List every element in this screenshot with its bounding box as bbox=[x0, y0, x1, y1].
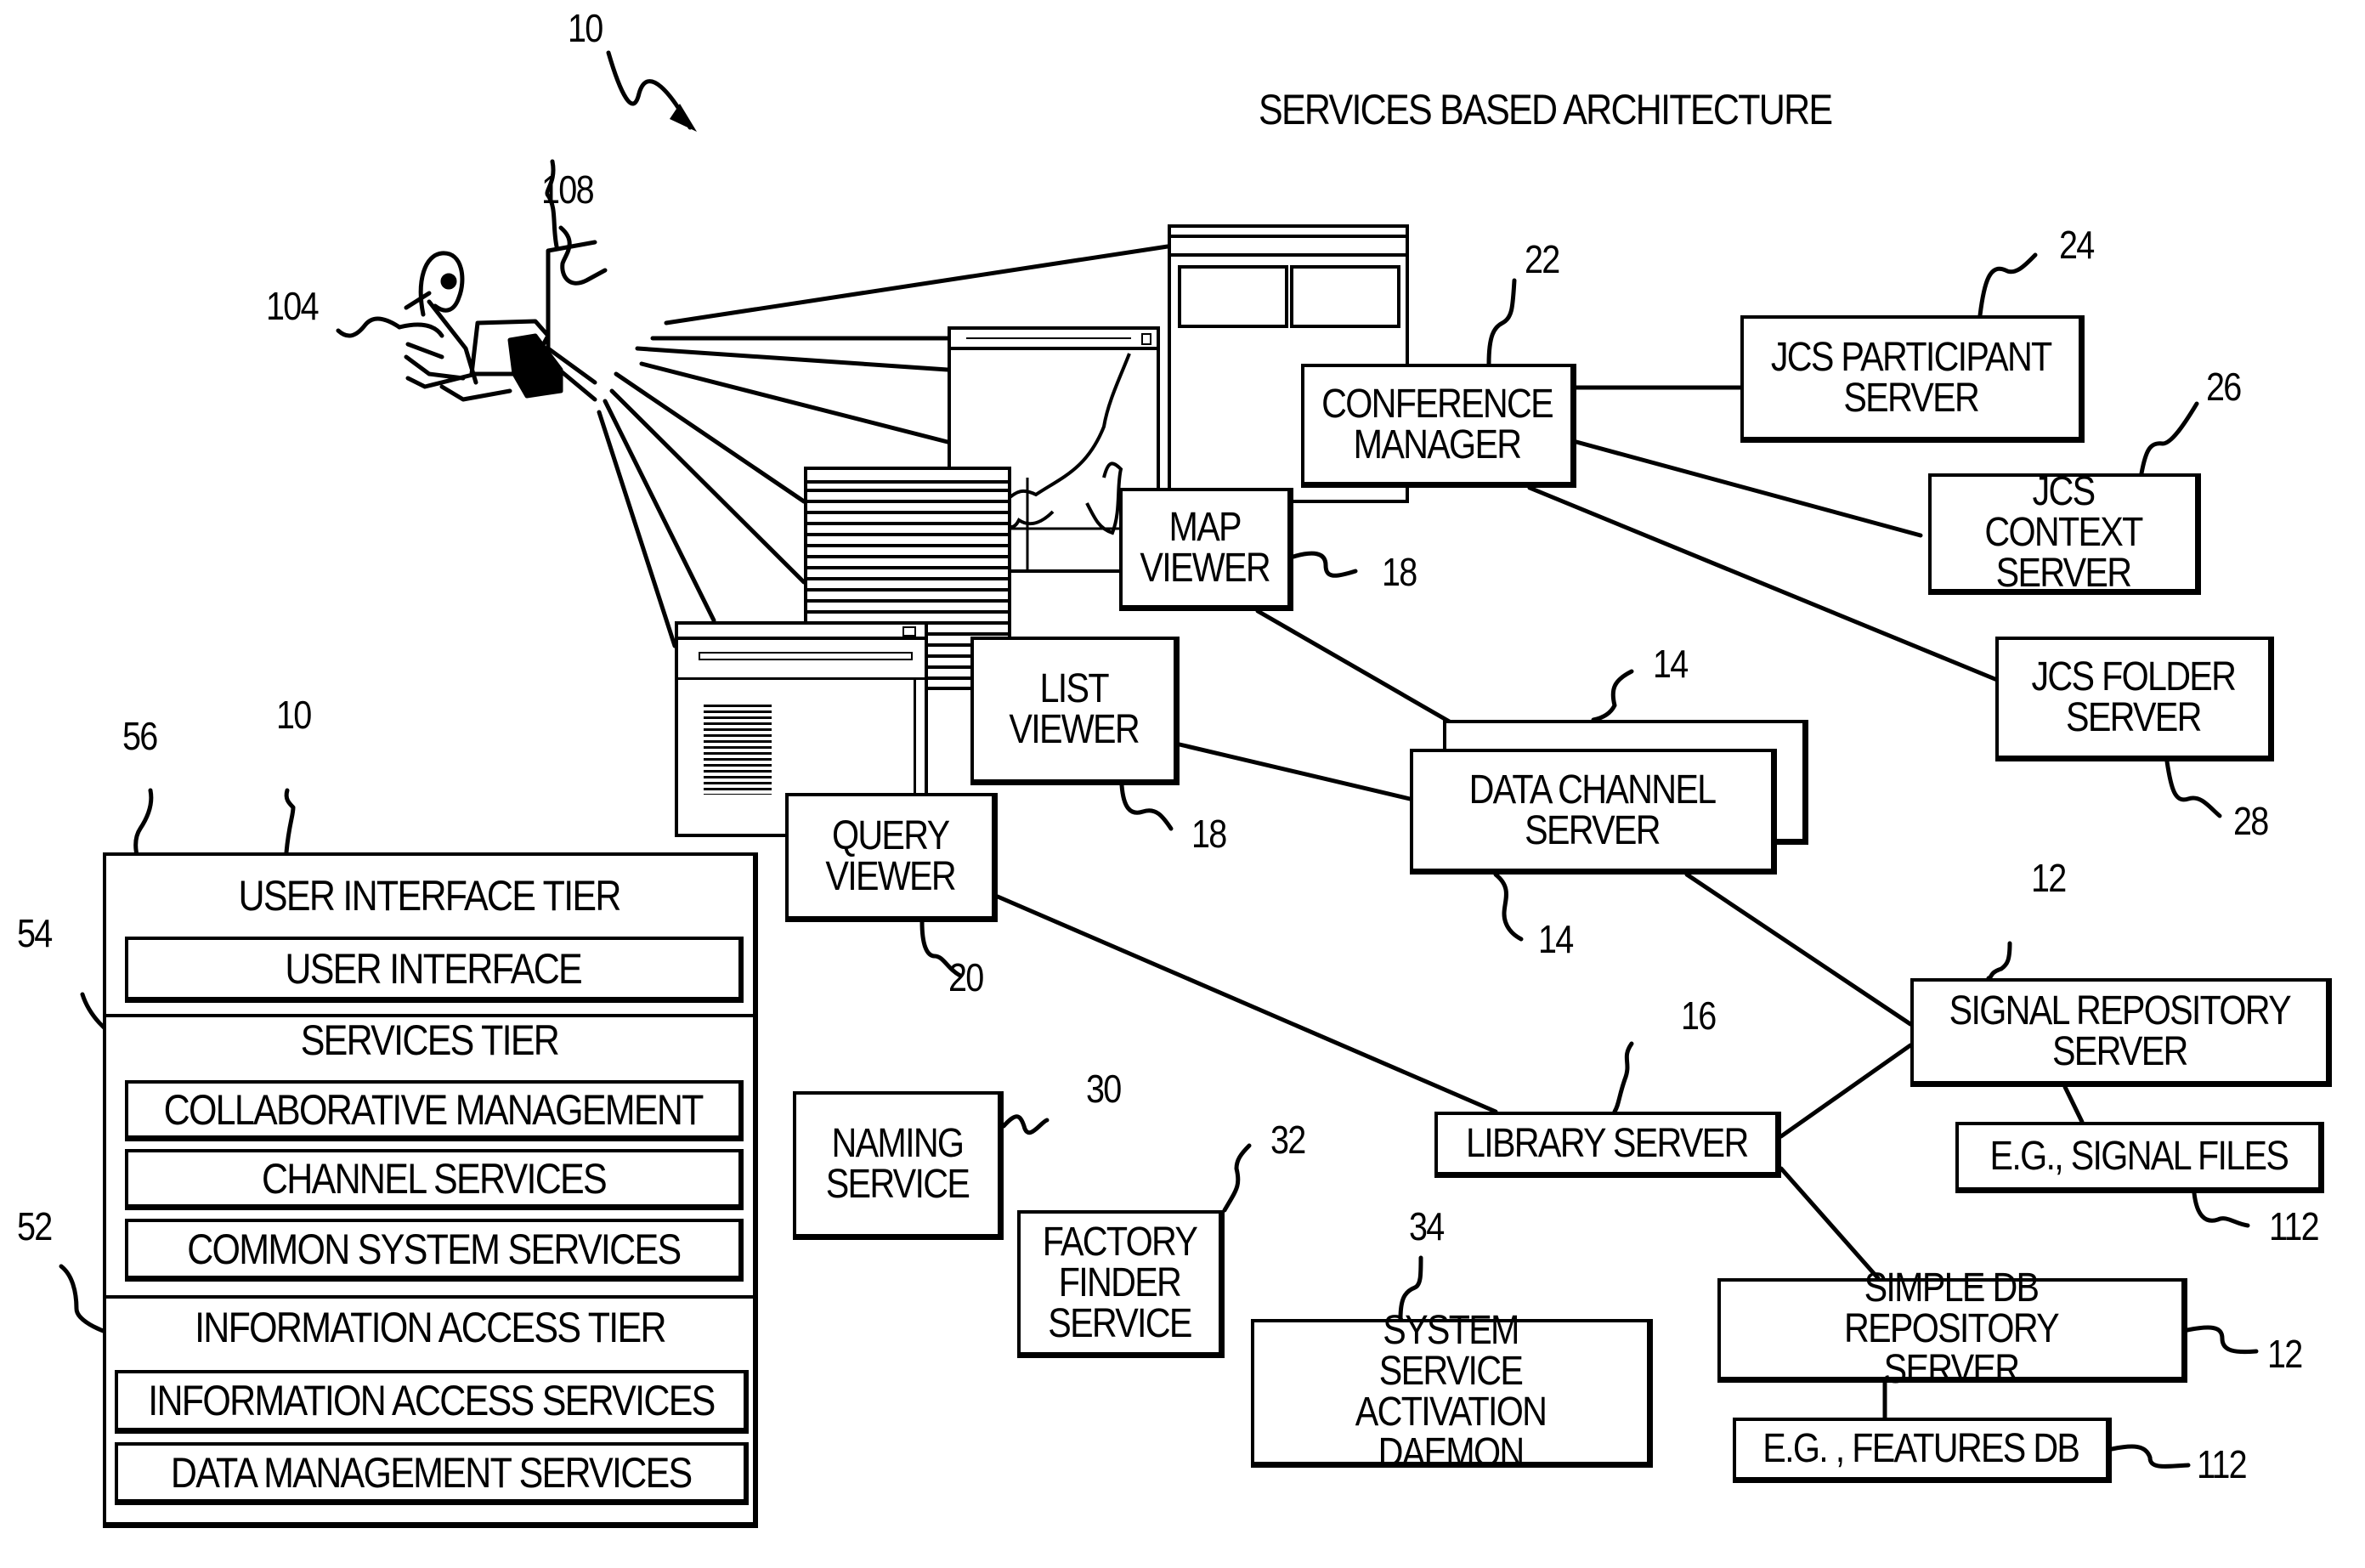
ref-24: 24 bbox=[2059, 223, 2095, 267]
ref-10: 10 bbox=[568, 6, 603, 50]
system-service-activation-daemon-box[interactable]: SYSTEM SERVICE ACTIVATION DAEMON bbox=[1251, 1310, 1653, 1474]
simple-db-repository-server-label: SIMPLE DB REPOSITORY SERVER bbox=[1844, 1265, 2060, 1392]
ref-112-features: 112 bbox=[2197, 1442, 2248, 1486]
signal-repository-server-box[interactable]: SIGNAL REPOSITORY SERVER bbox=[1910, 978, 2332, 1087]
query-viewer-label: QUERY VIEWER bbox=[825, 812, 956, 899]
data-channel-server-box[interactable]: DATA CHANNEL SERVER bbox=[1410, 749, 1777, 875]
ref-12-signal: 12 bbox=[2031, 856, 2067, 900]
diagram-canvas: SERVICES BASED ARCHITECTURE 10 104 108 C… bbox=[0, 0, 2365, 1568]
information-access-services-item[interactable]: INFORMATION ACCESS SERVICES bbox=[115, 1370, 749, 1434]
user-interface-item[interactable]: USER INTERFACE bbox=[125, 937, 744, 1003]
ref-18-list: 18 bbox=[1191, 812, 1227, 856]
architecture-tier-stack: USER INTERFACE TIER USER INTERFACE SERVI… bbox=[103, 852, 758, 1528]
map-viewer-box[interactable]: MAP VIEWER bbox=[1119, 488, 1293, 611]
ref-104: 104 bbox=[266, 284, 320, 328]
jcs-participant-server-box[interactable]: JCS PARTICIPANT SERVER bbox=[1740, 315, 2085, 443]
list-viewer-label: LIST VIEWER bbox=[1009, 666, 1140, 752]
ref-28: 28 bbox=[2233, 799, 2269, 843]
ref-104-leader bbox=[336, 316, 402, 338]
conference-manager-label: CONFERENCE MANAGER bbox=[1321, 381, 1555, 467]
simple-db-repository-server-box[interactable]: SIMPLE DB REPOSITORY SERVER bbox=[1717, 1268, 2187, 1390]
ref-14-top: 14 bbox=[1653, 642, 1689, 686]
ref-12-simpledb: 12 bbox=[2267, 1332, 2303, 1376]
ref-18-map: 18 bbox=[1382, 550, 1417, 594]
signal-files-box[interactable]: E.G., SIGNAL FILES bbox=[1955, 1122, 2324, 1193]
ref-14-bottom: 14 bbox=[1538, 917, 1574, 961]
factory-finder-service-box[interactable]: FACTORY FINDER SERVICE bbox=[1017, 1210, 1225, 1358]
features-db-label: E.G. , FEATURES DB bbox=[1762, 1426, 2081, 1471]
library-server-box[interactable]: LIBRARY SERVER bbox=[1434, 1112, 1781, 1178]
ref-10-arrowhead bbox=[670, 104, 697, 132]
collaborative-management-item[interactable]: COLLABORATIVE MANAGEMENT bbox=[125, 1080, 744, 1141]
ref-22: 22 bbox=[1525, 237, 1560, 281]
ref-32: 32 bbox=[1270, 1118, 1306, 1162]
ref-108: 108 bbox=[541, 167, 595, 212]
ui-tier-heading: USER INTERFACE TIER bbox=[238, 872, 622, 920]
common-system-services-item[interactable]: COMMON SYSTEM SERVICES bbox=[125, 1219, 744, 1282]
ref-16: 16 bbox=[1681, 993, 1717, 1038]
jcs-folder-server-box[interactable]: JCS FOLDER SERVER bbox=[1995, 637, 2274, 761]
ref-108-leader bbox=[558, 225, 608, 286]
ref-56: 56 bbox=[122, 714, 158, 758]
system-service-activation-daemon-label: SYSTEM SERVICE ACTIVATION DAEMON bbox=[1355, 1308, 1547, 1475]
jcs-folder-server-label: JCS FOLDER SERVER bbox=[2031, 654, 2237, 740]
data-management-services-item[interactable]: DATA MANAGEMENT SERVICES bbox=[115, 1442, 749, 1505]
query-viewer-box[interactable]: QUERY VIEWER bbox=[785, 793, 998, 922]
conference-manager-box[interactable]: CONFERENCE MANAGER bbox=[1301, 364, 1576, 488]
jcs-context-server-label: JCS CONTEXT SERVER bbox=[1984, 469, 2143, 596]
figure-title: SERVICES BASED ARCHITECTURE bbox=[1259, 86, 1833, 133]
ref-52: 52 bbox=[17, 1204, 53, 1248]
ref-30: 30 bbox=[1086, 1067, 1122, 1111]
services-tier-heading: SERVICES TIER bbox=[300, 1016, 560, 1064]
ref-26: 26 bbox=[2206, 365, 2242, 409]
features-db-box[interactable]: E.G. , FEATURES DB bbox=[1733, 1418, 2112, 1483]
tier-divider bbox=[106, 1295, 753, 1299]
naming-service-box[interactable]: NAMING SERVICE bbox=[793, 1091, 1004, 1240]
signal-files-label: E.G., SIGNAL FILES bbox=[1989, 1133, 2289, 1179]
factory-finder-service-label: FACTORY FINDER SERVICE bbox=[1042, 1219, 1198, 1346]
list-viewer-box[interactable]: LIST VIEWER bbox=[970, 637, 1180, 785]
map-viewer-label: MAP VIEWER bbox=[1140, 505, 1271, 591]
jcs-participant-server-label: JCS PARTICIPANT SERVER bbox=[1771, 334, 2052, 421]
ref-20: 20 bbox=[948, 955, 984, 999]
information-access-tier-heading: INFORMATION ACCESS TIER bbox=[194, 1304, 666, 1351]
library-server-label: LIBRARY SERVER bbox=[1465, 1120, 1749, 1166]
data-channel-server-label: DATA CHANNEL SERVER bbox=[1468, 767, 1717, 853]
ref-54: 54 bbox=[17, 911, 53, 955]
ref-10-tiers: 10 bbox=[276, 693, 312, 737]
naming-service-label: NAMING SERVICE bbox=[825, 1121, 970, 1207]
ref-112-signal: 112 bbox=[2269, 1204, 2320, 1248]
jcs-context-server-box[interactable]: JCS CONTEXT SERVER bbox=[1928, 469, 2201, 596]
ref-34: 34 bbox=[1409, 1204, 1445, 1248]
channel-services-item[interactable]: CHANNEL SERVICES bbox=[125, 1149, 744, 1210]
signal-repository-server-label: SIGNAL REPOSITORY SERVER bbox=[1949, 988, 2292, 1074]
